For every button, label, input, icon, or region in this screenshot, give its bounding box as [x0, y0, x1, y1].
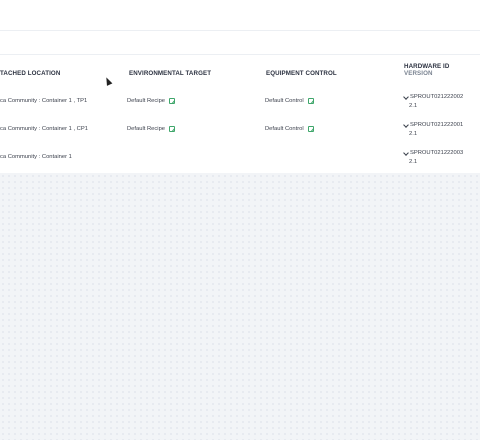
- cell-version: 2.1: [409, 131, 418, 137]
- hardware-id-label: SPROUT021222003: [410, 150, 464, 156]
- devices-table: TACHED LOCATION ENVIRONMENTAL TARGET EQU…: [0, 55, 480, 173]
- cell-version: 2.1: [409, 159, 418, 165]
- cell-environmental-target[interactable]: Default Recipe: [127, 98, 176, 104]
- cell-version: 2.1: [409, 103, 418, 109]
- top-bar: [0, 0, 480, 31]
- hardware-id-label: SPROUT021222002: [410, 94, 464, 100]
- cell-equipment-control[interactable]: Default Control: [265, 126, 314, 132]
- toolbar-area: [0, 31, 480, 55]
- hardware-id-label: SPROUT021222001: [410, 122, 464, 128]
- chevron-down-icon[interactable]: [403, 150, 409, 156]
- cell-location: ca Community : Container 1: [0, 154, 72, 160]
- edit-icon[interactable]: [307, 126, 314, 132]
- cell-hardware-id[interactable]: SPROUT021222001: [403, 122, 463, 128]
- edit-icon[interactable]: [307, 98, 314, 104]
- cell-hardware-id[interactable]: SPROUT021222002: [403, 94, 463, 100]
- control-label: Default Control: [265, 98, 304, 104]
- cell-location: ca Community : Container 1 , TP1: [0, 98, 88, 104]
- chevron-down-icon[interactable]: [403, 122, 409, 128]
- column-header-equipment-control[interactable]: EQUIPMENT CONTROL: [266, 70, 337, 77]
- recipe-label: Default Recipe: [127, 98, 166, 104]
- edit-icon[interactable]: [169, 126, 176, 132]
- cell-environmental-target[interactable]: Default Recipe: [127, 126, 176, 132]
- cell-hardware-id[interactable]: SPROUT021222003: [403, 150, 463, 156]
- cell-equipment-control[interactable]: Default Control: [265, 98, 314, 104]
- column-header-location[interactable]: TACHED LOCATION: [0, 70, 60, 77]
- page-background: [0, 173, 480, 440]
- recipe-label: Default Recipe: [127, 126, 166, 132]
- column-header-hardware-id[interactable]: HARDWARE ID: [404, 63, 449, 70]
- chevron-down-icon[interactable]: [403, 94, 409, 100]
- column-header-environmental-target[interactable]: ENVIRONMENTAL TARGET: [129, 70, 211, 77]
- column-header-version[interactable]: VERSION: [404, 70, 433, 77]
- edit-icon[interactable]: [169, 98, 176, 104]
- control-label: Default Control: [265, 126, 304, 132]
- cell-location: ca Community : Container 1 , CP1: [0, 126, 88, 132]
